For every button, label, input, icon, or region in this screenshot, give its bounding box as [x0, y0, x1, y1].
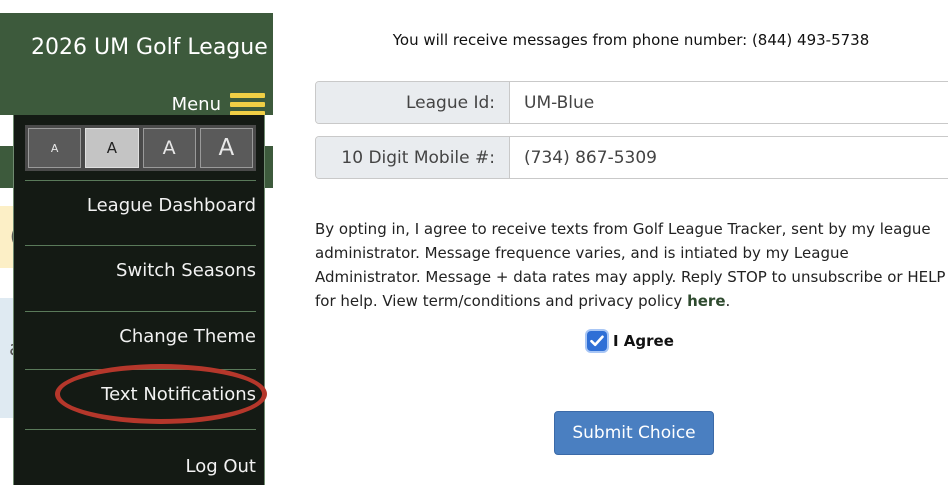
menu-item-switch-seasons[interactable]: Switch Seasons — [25, 245, 256, 294]
header-bar: 2026 UM Golf League Menu — [0, 13, 273, 116]
phone-notice: You will receive messages from phone num… — [392, 31, 870, 49]
agree-checkbox[interactable] — [587, 331, 607, 351]
consent-text: By opting in, I agree to receive texts f… — [315, 217, 948, 313]
submit-choice-button[interactable]: Submit Choice — [554, 411, 714, 455]
terms-link[interactable]: here — [687, 292, 725, 310]
app-title: 2026 UM Golf League — [31, 35, 268, 60]
font-size-small-button[interactable]: A — [28, 128, 82, 168]
menu-item-league-dashboard[interactable]: League Dashboard — [25, 180, 256, 229]
font-size-xlarge-button[interactable]: A — [199, 128, 253, 168]
agree-label: I Agree — [613, 332, 674, 350]
menu-label: Menu — [171, 93, 221, 115]
mobile-number-input[interactable] — [510, 137, 948, 178]
font-size-large-button[interactable]: A — [142, 128, 196, 168]
left-panel: 2026 UM Golf League Menu ( a A A A A Lea… — [0, 0, 273, 485]
agree-field: I Agree — [587, 331, 674, 351]
consent-body: By opting in, I agree to receive texts f… — [315, 220, 946, 310]
menu-item-log-out[interactable]: Log Out — [25, 429, 256, 489]
league-id-input[interactable] — [510, 82, 948, 123]
league-id-label: League Id: — [316, 82, 510, 123]
league-id-row: League Id: — [315, 81, 948, 124]
font-size-medium-button[interactable]: A — [85, 128, 139, 168]
consent-end: . — [725, 292, 731, 310]
font-size-selector: A A A A — [25, 125, 256, 171]
mobile-number-row: 10 Digit Mobile #: — [315, 136, 948, 179]
menu-item-text-notifications[interactable]: Text Notifications — [25, 369, 256, 418]
dropdown-menu: A A A A League Dashboard Switch Seasons … — [13, 115, 265, 485]
menu-item-change-theme[interactable]: Change Theme — [25, 311, 256, 360]
checkmark-icon — [590, 335, 604, 347]
mobile-number-label: 10 Digit Mobile #: — [316, 137, 510, 178]
hamburger-icon — [230, 92, 265, 116]
